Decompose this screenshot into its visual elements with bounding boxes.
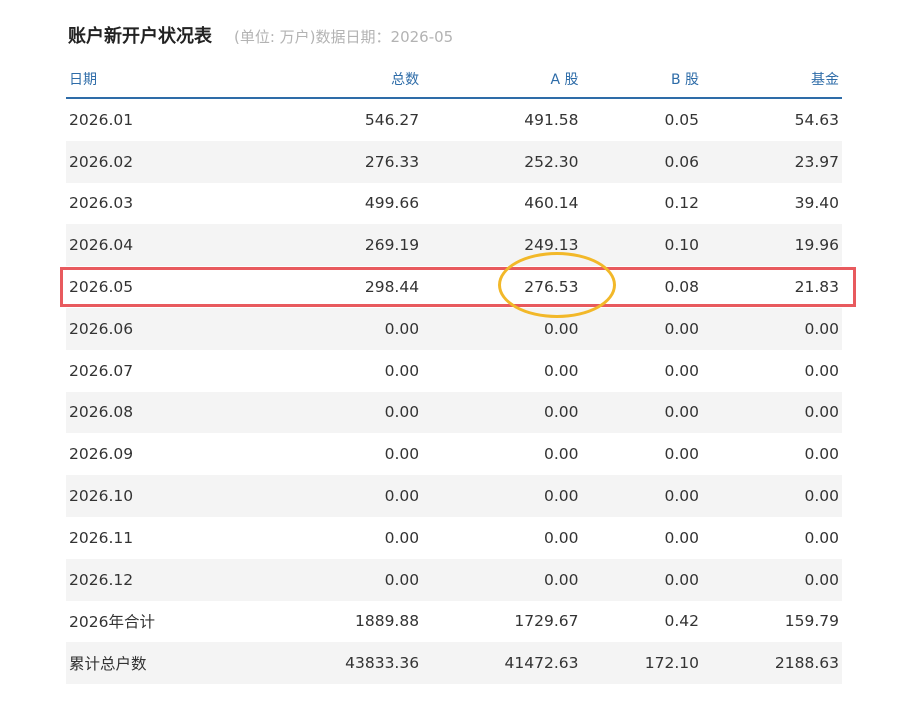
cell-total: 43833.36	[264, 642, 423, 685]
cell-date: 2026.08	[66, 391, 265, 434]
table-row: 2026.04 269.19 249.13 0.10 19.96	[66, 224, 842, 267]
cell-date: 2026.06	[66, 307, 265, 350]
cell-b-share: 0.00	[581, 475, 703, 517]
cell-b-share: 0.42	[581, 600, 703, 643]
page-subtitle: (单位: 万户)数据日期：2026-05	[234, 28, 454, 46]
header-fund: 基金	[702, 60, 842, 99]
cell-fund: 39.40	[702, 182, 842, 225]
cell-date: 2026.04	[66, 224, 265, 267]
table-row: 2026.11 0.00 0.00 0.00 0.00	[66, 516, 842, 559]
cell-date: 累计总户数	[66, 642, 265, 685]
cell-total: 276.33	[264, 140, 423, 183]
cell-fund: 23.97	[702, 140, 842, 183]
table-row-cumulative-total: 累计总户数 43833.36 41472.63 172.10 2188.63	[66, 642, 842, 685]
cell-fund: 19.96	[702, 224, 842, 267]
cell-total: 0.00	[264, 433, 423, 476]
cell-fund: 2188.63	[702, 642, 842, 685]
cell-fund: 54.63	[702, 98, 842, 141]
header-b-share: B 股	[581, 60, 703, 99]
account-table: 日期 总数 A 股 B 股 基金 2026.01 546.27 491.58 0…	[66, 60, 842, 685]
cell-total: 0.00	[264, 475, 423, 517]
cell-fund: 0.00	[702, 433, 842, 476]
cell-date: 2026.09	[66, 433, 265, 476]
cell-b-share: 172.10	[581, 642, 703, 685]
cell-a-share: 0.00	[422, 433, 582, 476]
cell-b-share: 0.00	[581, 558, 703, 601]
cell-a-share: 491.58	[422, 98, 582, 141]
cell-date: 2026.01	[66, 98, 265, 141]
cell-a-share: 0.00	[422, 516, 582, 559]
cell-fund: 0.00	[702, 307, 842, 350]
cell-b-share: 0.12	[581, 182, 703, 225]
cell-b-share: 0.05	[581, 98, 703, 141]
cell-a-share: 276.53	[422, 266, 582, 308]
title-row: 账户新开户状况表 (单位: 万户)数据日期：2026-05	[68, 22, 453, 50]
cell-date: 2026.02	[66, 140, 265, 183]
cell-total: 0.00	[264, 349, 423, 392]
header-a-share: A 股	[422, 60, 582, 99]
cell-date: 2026年合计	[66, 600, 265, 643]
cell-a-share: 41472.63	[422, 642, 582, 685]
table-header-row: 日期 总数 A 股 B 股 基金	[66, 60, 842, 99]
cell-a-share: 1729.67	[422, 600, 582, 643]
cell-total: 0.00	[264, 391, 423, 434]
account-table-page: 账户新开户状况表 (单位: 万户)数据日期：2026-05 日期 总数 A 股 …	[0, 0, 915, 708]
cell-total: 546.27	[264, 98, 423, 141]
cell-b-share: 0.00	[581, 349, 703, 392]
cell-total: 1889.88	[264, 600, 423, 643]
cell-fund: 0.00	[702, 516, 842, 559]
cell-total: 269.19	[264, 224, 423, 267]
table-row: 2026.09 0.00 0.00 0.00 0.00	[66, 433, 842, 476]
table-row: 2026.03 499.66 460.14 0.12 39.40	[66, 182, 842, 225]
cell-fund: 0.00	[702, 349, 842, 392]
cell-b-share: 0.00	[581, 433, 703, 476]
cell-a-share: 0.00	[422, 558, 582, 601]
cell-total: 0.00	[264, 558, 423, 601]
cell-a-share: 0.00	[422, 307, 582, 350]
table-row-highlighted: 2026.05 298.44 276.53 0.08 21.83	[66, 266, 842, 308]
cell-fund: 0.00	[702, 391, 842, 434]
cell-fund: 0.00	[702, 475, 842, 517]
header-total: 总数	[264, 60, 423, 99]
table-row: 2026.10 0.00 0.00 0.00 0.00	[66, 475, 842, 517]
cell-date: 2026.11	[66, 516, 265, 559]
cell-b-share: 0.00	[581, 391, 703, 434]
cell-a-share: 0.00	[422, 391, 582, 434]
cell-date: 2026.07	[66, 349, 265, 392]
cell-b-share: 0.00	[581, 516, 703, 559]
cell-total: 298.44	[264, 266, 423, 308]
cell-a-share: 0.00	[422, 475, 582, 517]
cell-a-share: 249.13	[422, 224, 582, 267]
cell-total: 499.66	[264, 182, 423, 225]
table-row: 2026.01 546.27 491.58 0.05 54.63	[66, 98, 842, 141]
cell-b-share: 0.10	[581, 224, 703, 267]
cell-total: 0.00	[264, 516, 423, 559]
cell-fund: 21.83	[702, 266, 842, 308]
table-row: 2026.12 0.00 0.00 0.00 0.00	[66, 558, 842, 601]
cell-fund: 0.00	[702, 558, 842, 601]
table-row-year-total: 2026年合计 1889.88 1729.67 0.42 159.79	[66, 600, 842, 643]
cell-date: 2026.05	[66, 266, 265, 308]
cell-fund: 159.79	[702, 600, 842, 643]
table-row: 2026.07 0.00 0.00 0.00 0.00	[66, 349, 842, 392]
cell-date: 2026.03	[66, 182, 265, 225]
table-row: 2026.06 0.00 0.00 0.00 0.00	[66, 307, 842, 350]
table-row: 2026.02 276.33 252.30 0.06 23.97	[66, 140, 842, 183]
table-row: 2026.08 0.00 0.00 0.00 0.00	[66, 391, 842, 434]
cell-date: 2026.12	[66, 558, 265, 601]
cell-b-share: 0.06	[581, 140, 703, 183]
cell-a-share: 460.14	[422, 182, 582, 225]
cell-a-share: 0.00	[422, 349, 582, 392]
cell-date: 2026.10	[66, 475, 265, 517]
cell-b-share: 0.08	[581, 266, 703, 308]
header-date: 日期	[66, 60, 265, 99]
cell-a-share: 252.30	[422, 140, 582, 183]
page-title: 账户新开户状况表	[68, 26, 212, 47]
cell-b-share: 0.00	[581, 307, 703, 350]
cell-total: 0.00	[264, 307, 423, 350]
